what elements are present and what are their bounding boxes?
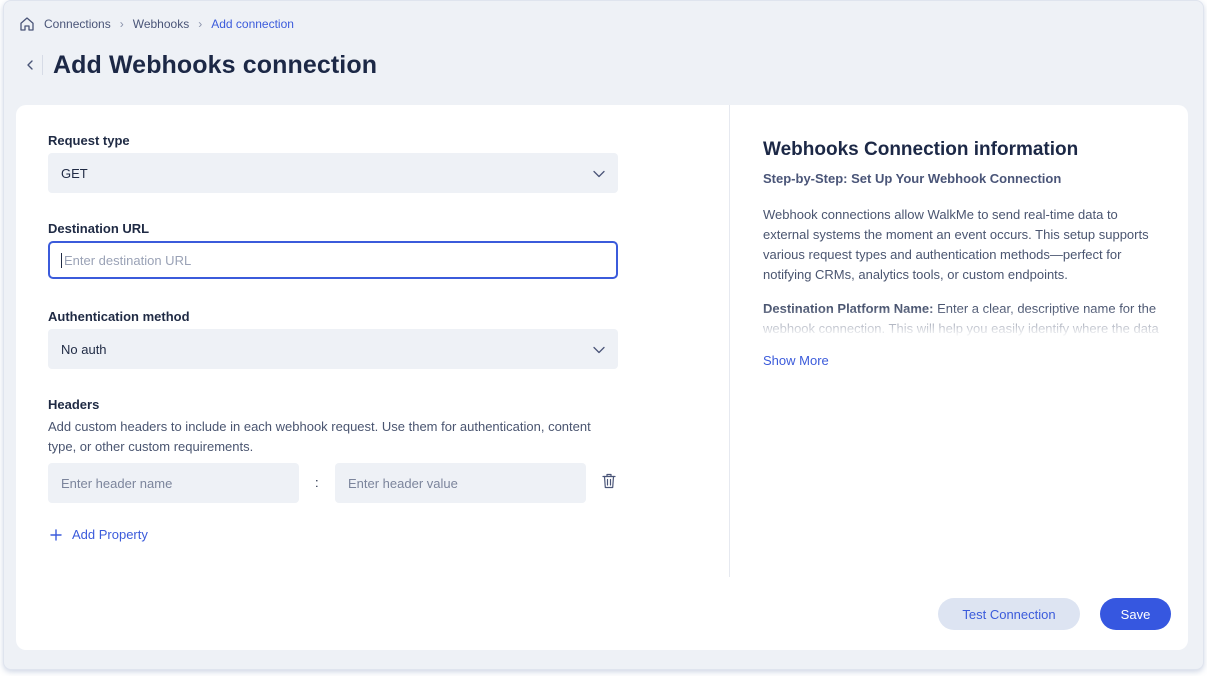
chevron-right-icon: › (198, 17, 203, 31)
destination-url-placeholder: Enter destination URL (64, 252, 192, 268)
info-field-desc: Enter a clear, descriptive name for the … (763, 301, 1159, 343)
app-frame: Connections › Webhooks › Add connection … (3, 0, 1204, 670)
info-panel: Webhooks Connection information Step-by-… (763, 139, 1163, 368)
request-type-label: Request type (48, 133, 130, 148)
header-name-placeholder: Enter header name (61, 475, 173, 491)
destination-url-input[interactable]: Enter destination URL (48, 241, 618, 279)
title-row: Add Webhooks connection (22, 47, 377, 83)
breadcrumb: Connections › Webhooks › Add connection (18, 14, 294, 34)
trash-icon[interactable] (602, 473, 618, 491)
column-divider (729, 105, 730, 577)
chevron-right-icon: › (119, 17, 124, 31)
add-property-button[interactable]: Add Property (50, 527, 148, 542)
info-subtitle: Step-by-Step: Set Up Your Webhook Connec… (763, 171, 1062, 186)
add-property-label: Add Property (72, 527, 148, 542)
info-title: Webhooks Connection information (763, 139, 1079, 160)
header-value-input[interactable]: Enter header value (335, 463, 586, 503)
request-type-select[interactable]: GET (48, 153, 618, 193)
plus-icon (50, 528, 62, 541)
request-type-value: GET (61, 165, 88, 181)
headers-help-text: Add custom headers to include in each we… (48, 419, 591, 454)
breadcrumb-add-connection: Add connection (211, 17, 294, 31)
main-card: Request type GET Destination URL Enter d… (16, 105, 1188, 650)
header-value-placeholder: Enter header value (348, 475, 458, 491)
info-faded-section: Destination Platform Name: Enter a clear… (763, 299, 1163, 343)
page-title: Add Webhooks connection (53, 50, 378, 79)
info-paragraph: Webhook connections allow WalkMe to send… (763, 207, 1149, 282)
test-connection-button[interactable]: Test Connection (938, 598, 1080, 630)
destination-url-label: Destination URL (48, 221, 150, 236)
auth-method-select[interactable]: No auth (48, 329, 618, 369)
back-chevron-icon[interactable] (22, 55, 38, 75)
save-button[interactable]: Save (1100, 598, 1171, 630)
info-field-description: Destination Platform Name: Enter a clear… (763, 299, 1163, 343)
breadcrumb-webhooks[interactable]: Webhooks (133, 17, 189, 31)
auth-method-value: No auth (61, 341, 107, 357)
show-more-link[interactable]: Show More (763, 353, 1163, 368)
home-icon[interactable] (18, 15, 36, 33)
text-caret (61, 252, 62, 268)
headers-label: Headers (48, 397, 100, 412)
header-separator: : (315, 475, 319, 490)
title-divider (42, 55, 43, 75)
breadcrumb-connections[interactable]: Connections (44, 17, 111, 31)
chevron-down-icon (593, 166, 605, 181)
chevron-down-icon (593, 342, 605, 357)
header-name-input[interactable]: Enter header name (48, 463, 299, 503)
info-field-name: Destination Platform Name: (763, 301, 934, 316)
auth-method-label: Authentication method (48, 309, 190, 324)
